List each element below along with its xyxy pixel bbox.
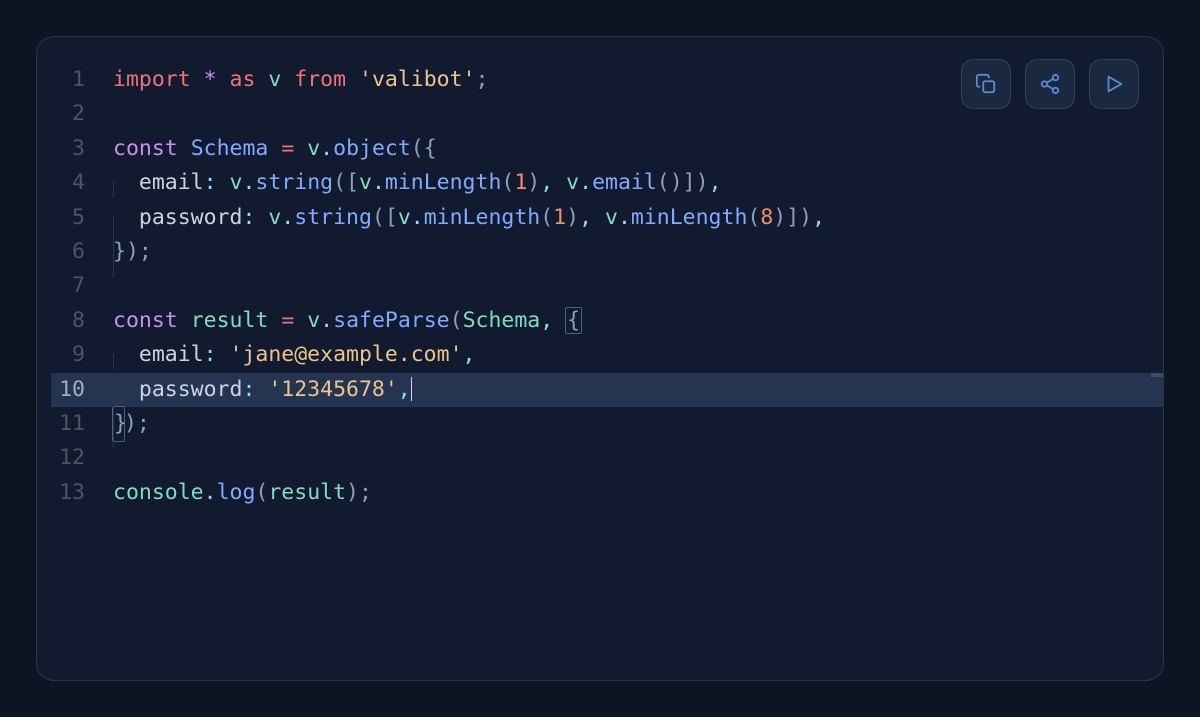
line-number: 11 xyxy=(51,407,113,441)
code-line-5[interactable]: 5password: v.string([v.minLength(1), v.m… xyxy=(51,201,1163,235)
code-line-11[interactable]: 11}); xyxy=(51,407,1163,441)
code-area[interactable]: 1import * as v from 'valibot';23const Sc… xyxy=(51,63,1163,510)
code-content: import * as v from 'valibot'; xyxy=(113,63,488,97)
code-content: const Schema = v.object({ xyxy=(113,132,437,166)
line-number: 5 xyxy=(51,201,113,235)
code-line-9[interactable]: 9email: 'jane@example.com', xyxy=(51,338,1163,372)
code-content: password: '12345678', xyxy=(113,373,412,407)
code-content: }); xyxy=(113,406,150,442)
text-cursor xyxy=(411,377,412,401)
code-content: email: 'jane@example.com', xyxy=(113,338,475,372)
code-line-3[interactable]: 3const Schema = v.object({ xyxy=(51,132,1163,166)
line-number: 1 xyxy=(51,63,113,97)
line-number: 8 xyxy=(51,304,113,338)
code-line-12[interactable]: 12 xyxy=(51,441,1163,475)
code-editor[interactable]: 1import * as v from 'valibot';23const Sc… xyxy=(36,36,1164,681)
code-line-1[interactable]: 1import * as v from 'valibot'; xyxy=(51,63,1163,97)
line-number: 2 xyxy=(51,97,113,131)
code-content: console.log(result); xyxy=(113,476,372,510)
code-line-8[interactable]: 8const result = v.safeParse(Schema, { xyxy=(51,304,1163,338)
code-line-2[interactable]: 2 xyxy=(51,97,1163,131)
code-content: email: v.string([v.minLength(1), v.email… xyxy=(113,166,722,200)
line-number: 6 xyxy=(51,235,113,269)
line-number: 13 xyxy=(51,476,113,510)
line-number: 10 xyxy=(51,373,113,407)
code-line-4[interactable]: 4email: v.string([v.minLength(1), v.emai… xyxy=(51,166,1163,200)
code-content: password: v.string([v.minLength(1), v.mi… xyxy=(113,201,825,235)
code-content: }); xyxy=(113,235,152,269)
line-number: 7 xyxy=(51,269,113,303)
line-number: 3 xyxy=(51,132,113,166)
line-number: 9 xyxy=(51,338,113,372)
line-number: 4 xyxy=(51,166,113,200)
code-line-10[interactable]: 10password: '12345678', xyxy=(51,373,1163,407)
code-content: const result = v.safeParse(Schema, { xyxy=(113,304,581,338)
code-line-13[interactable]: 13console.log(result); xyxy=(51,476,1163,510)
scrollbar-marker xyxy=(1151,373,1163,377)
code-line-6[interactable]: 6}); xyxy=(51,235,1163,269)
code-line-7[interactable]: 7 xyxy=(51,269,1163,303)
line-number: 12 xyxy=(51,441,113,475)
